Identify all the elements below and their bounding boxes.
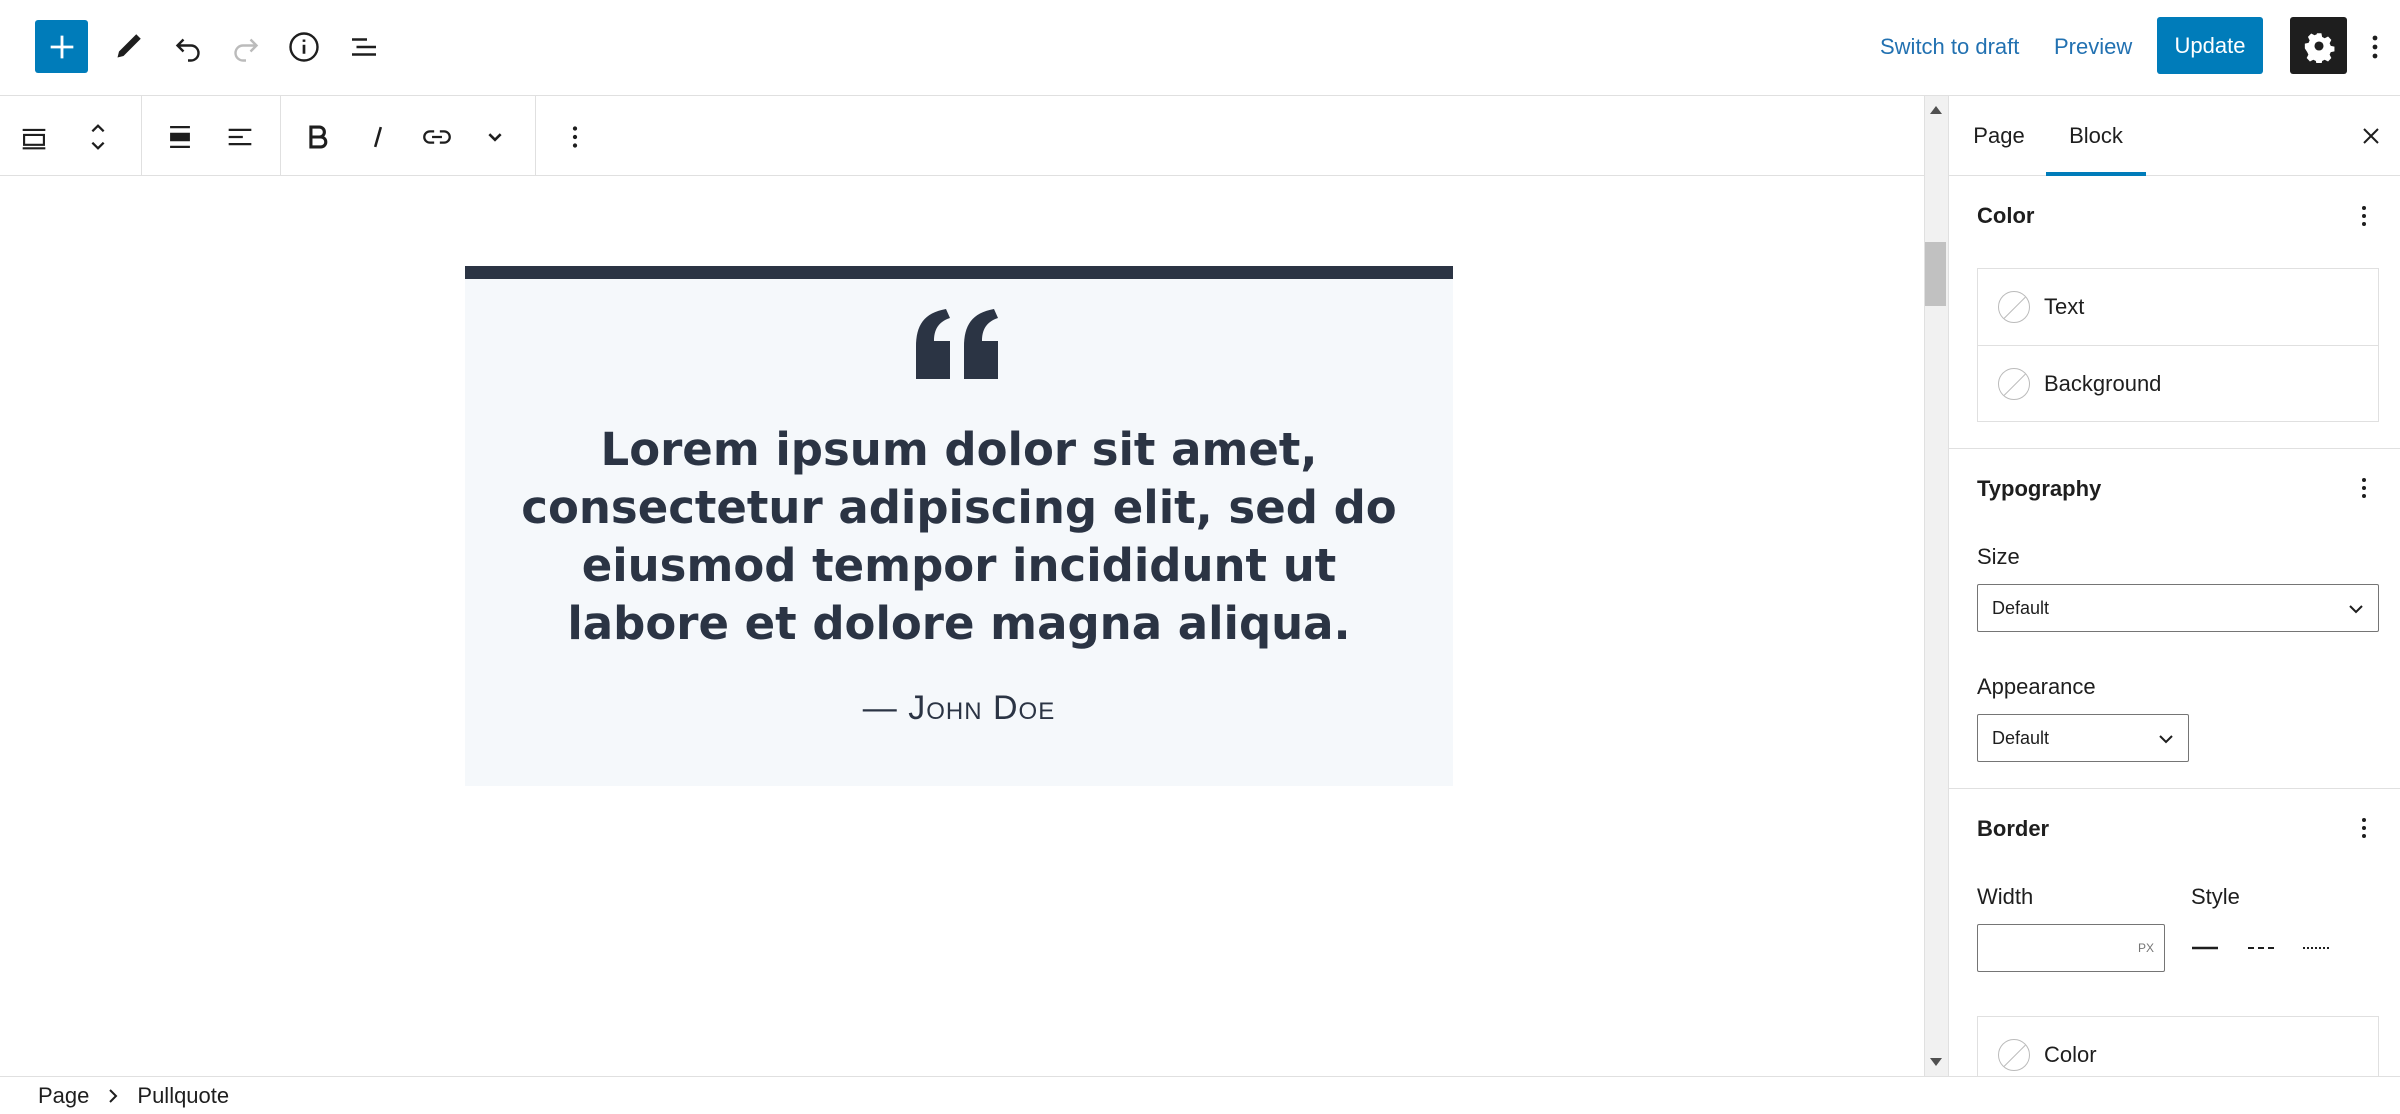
more-vertical-icon — [2362, 206, 2366, 226]
text-align-left-icon — [228, 128, 252, 146]
breadcrumb-page[interactable]: Page — [38, 1083, 89, 1109]
color-panel-title: Color — [1977, 203, 2035, 228]
preview-link[interactable]: Preview — [2054, 27, 2132, 67]
align-wide-icon — [170, 125, 190, 149]
scroll-thumb[interactable] — [1925, 242, 1946, 306]
scroll-up-icon[interactable] — [1924, 100, 1948, 120]
border-panel-title: Border — [1977, 816, 2050, 841]
color-swatch-icon — [1998, 1039, 2030, 1071]
text-color-label: Text — [2044, 294, 2085, 319]
chevron-right-icon — [107, 1088, 119, 1104]
chevron-down-icon — [2349, 605, 2363, 614]
link-icon — [423, 130, 451, 144]
more-vertical-icon — [572, 126, 578, 148]
pullquote-block[interactable]: Lorem ipsum dolor sit amet, consectetur … — [465, 266, 1453, 786]
panel-divider — [1949, 788, 2400, 789]
bold-icon — [309, 125, 328, 149]
more-formats-button[interactable] — [470, 112, 520, 162]
border-style-dashed-button[interactable] — [2239, 926, 2283, 970]
border-width-input[interactable]: PX — [1977, 924, 2165, 972]
color-swatch-icon — [1998, 291, 2030, 323]
scroll-down-icon[interactable] — [1924, 1052, 1948, 1072]
font-size-value: Default — [1992, 597, 2050, 618]
border-solid-icon — [2192, 946, 2218, 950]
appearance-value: Default — [1992, 727, 2050, 748]
redo-icon — [234, 38, 259, 62]
toolbar-divider — [535, 96, 536, 175]
settings-sidebar: Page Block Color Text Background Typogra… — [1948, 96, 2400, 1093]
more-vertical-icon — [2372, 35, 2378, 59]
close-icon — [2363, 128, 2379, 144]
link-button[interactable] — [412, 112, 462, 162]
update-button[interactable]: Update — [2157, 17, 2263, 74]
close-sidebar-button[interactable] — [2353, 118, 2389, 154]
size-label: Size — [1977, 544, 2020, 569]
tools-button[interactable] — [98, 18, 158, 76]
typography-panel-title: Typography — [1977, 476, 2102, 501]
breadcrumb-pullquote[interactable]: Pullquote — [137, 1083, 229, 1109]
italic-icon — [373, 126, 383, 148]
panel-divider — [1949, 448, 2400, 449]
toolbar-divider — [280, 96, 281, 175]
border-style-solid-button[interactable] — [2183, 926, 2227, 970]
info-icon — [289, 32, 319, 62]
chevron-down-icon — [488, 133, 502, 142]
quote-mark-icon — [465, 309, 1453, 379]
undo-button[interactable] — [158, 18, 218, 76]
block-toolbar — [0, 96, 1924, 176]
unit-label: PX — [2137, 941, 2154, 955]
text-align-button[interactable] — [215, 112, 265, 162]
appearance-label: Appearance — [1977, 674, 2096, 699]
settings-button[interactable] — [2290, 17, 2347, 74]
list-view-icon — [352, 38, 376, 56]
appearance-select[interactable]: Default — [1977, 714, 2189, 762]
chevron-down-icon — [2159, 735, 2173, 744]
more-vertical-icon — [2362, 478, 2366, 498]
list-view-button[interactable] — [334, 18, 394, 76]
editor-header: Switch to draft Preview Update — [0, 0, 2400, 96]
text-color-control[interactable]: Text — [1978, 269, 2378, 345]
border-color-label: Color — [2044, 1042, 2097, 1067]
bold-button[interactable] — [293, 112, 343, 162]
background-color-control[interactable]: Background — [1978, 345, 2378, 421]
block-type-button[interactable] — [9, 112, 59, 162]
border-style-label: Style — [2191, 884, 2240, 909]
move-block-button[interactable] — [73, 112, 123, 162]
sidebar-tabs: Page Block — [1949, 96, 2400, 176]
options-menu-button[interactable] — [2360, 27, 2390, 67]
gear-icon — [2304, 32, 2334, 63]
border-dotted-icon — [2303, 947, 2329, 949]
background-color-label: Background — [2044, 370, 2162, 396]
border-options-button[interactable] — [2349, 810, 2379, 846]
plus-icon — [50, 35, 73, 58]
block-inserter-button[interactable] — [35, 20, 88, 73]
pencil-icon — [117, 34, 141, 58]
undo-icon — [175, 38, 200, 62]
border-width-label: Width — [1977, 884, 2034, 909]
border-style-dotted-button[interactable] — [2294, 926, 2338, 970]
toolbar-divider — [141, 96, 142, 175]
tab-block[interactable]: Block — [2046, 96, 2146, 176]
pullquote-citation[interactable]: — John Doe — [465, 689, 1453, 728]
block-options-button[interactable] — [550, 112, 600, 162]
border-dashed-icon — [2248, 947, 2274, 949]
color-settings-group: Text Background — [1977, 268, 2379, 422]
font-size-select[interactable]: Default — [1977, 584, 2379, 632]
editor-canvas: Lorem ipsum dolor sit amet, consectetur … — [0, 176, 1924, 1076]
tab-page[interactable]: Page — [1963, 96, 2035, 176]
typography-options-button[interactable] — [2349, 470, 2379, 506]
pullquote-text[interactable]: Lorem ipsum dolor sit amet, consectetur … — [505, 421, 1413, 653]
italic-button[interactable] — [353, 112, 403, 162]
more-vertical-icon — [2362, 818, 2366, 838]
move-up-down-icon — [91, 124, 105, 150]
color-options-button[interactable] — [2349, 198, 2379, 234]
redo-button[interactable] — [216, 18, 276, 76]
switch-to-draft-link[interactable]: Switch to draft — [1880, 27, 2019, 67]
breadcrumb: Page Pullquote — [0, 1076, 2400, 1114]
align-button[interactable] — [155, 112, 205, 162]
details-button[interactable] — [274, 18, 334, 76]
color-swatch-icon — [1998, 367, 2030, 400]
block-type-icon — [22, 128, 46, 150]
